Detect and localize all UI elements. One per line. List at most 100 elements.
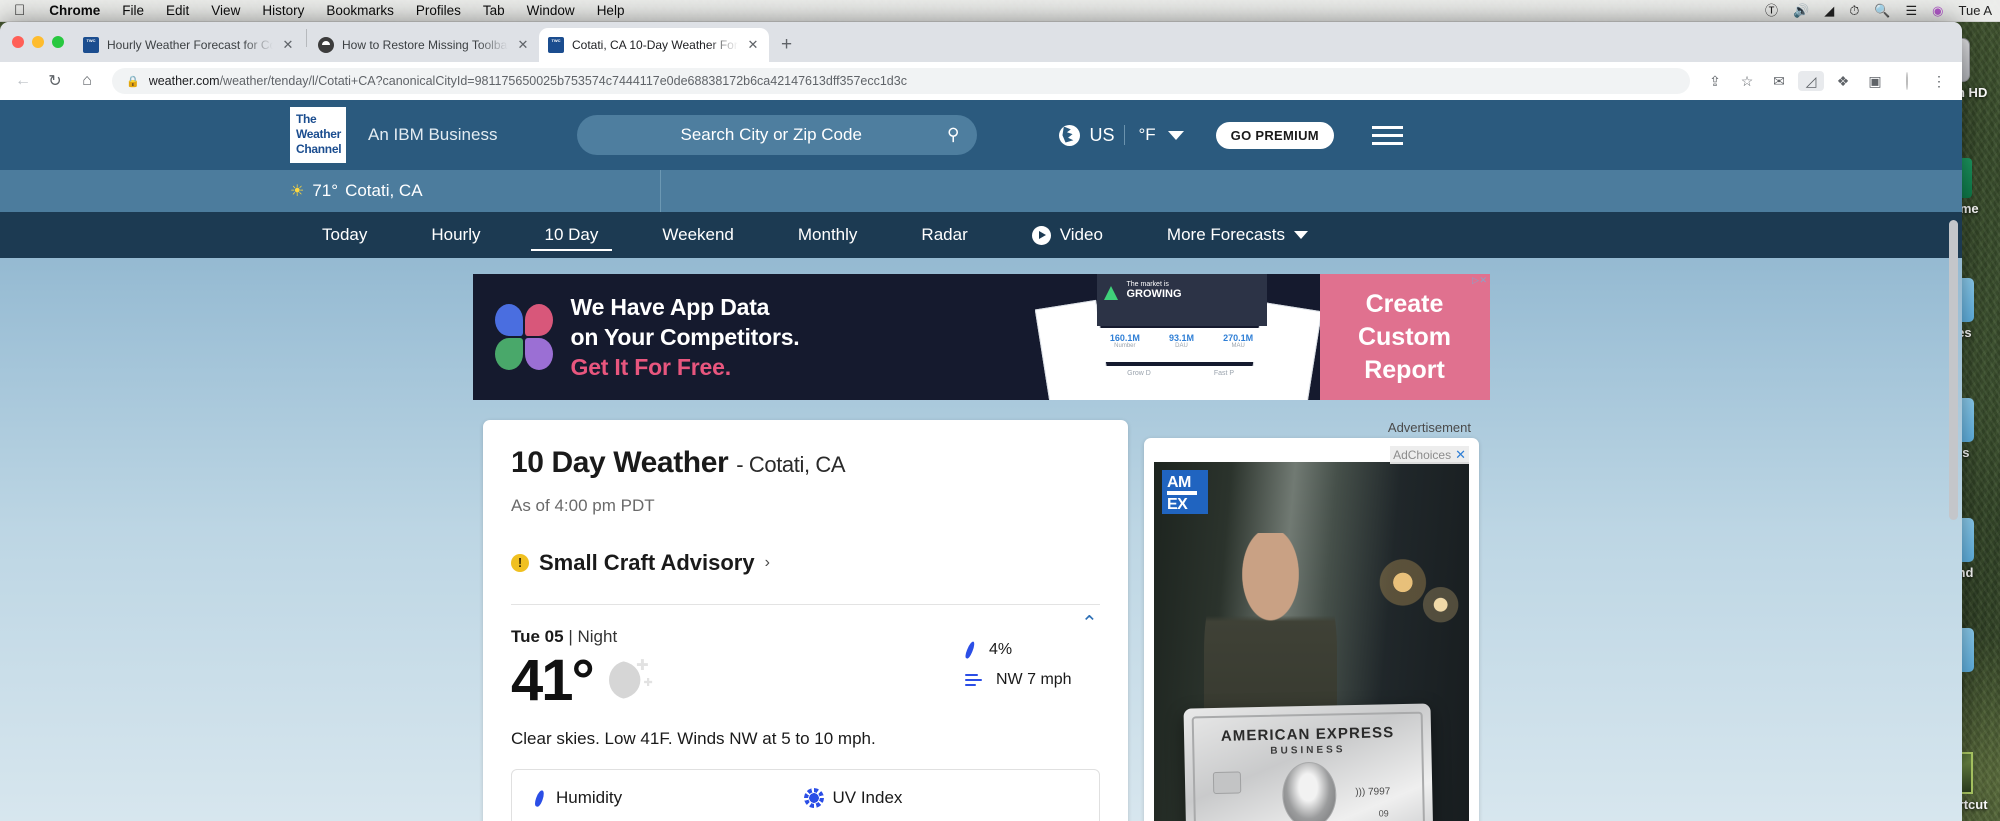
apple-menu-icon[interactable]: 	[0, 2, 38, 19]
chevron-right-icon: ›	[764, 554, 770, 571]
sidebar-ad-card[interactable]: AdChoices ✕ AM EX AMERICAN EXPRESS BUSIN…	[1144, 438, 1479, 821]
ad-line-3: Get It For Free.	[570, 354, 732, 380]
tab-separator	[306, 29, 307, 47]
page-scrollbar[interactable]	[1949, 220, 1958, 520]
ad-bottom-label-1: Grow D	[1127, 370, 1151, 377]
address-bar[interactable]: 🔒 weather.com/weather/tenday/l/Cotati+CA…	[112, 68, 1690, 94]
tab-10-day[interactable]: 10 Day	[513, 212, 631, 258]
profile-avatar[interactable]	[1894, 72, 1920, 90]
current-place: Cotati, CA	[345, 181, 423, 200]
globe-icon[interactable]	[1059, 124, 1081, 146]
browser-tab-3-active[interactable]: TWC Cotati, CA 10-Day Weather For ✕	[539, 28, 769, 62]
day-separator: |	[568, 627, 573, 646]
screen-record-icon[interactable]: Ⓣ	[1765, 4, 1778, 17]
close-tab-icon[interactable]: ✕	[281, 37, 295, 53]
tab-weekend[interactable]: Weekend	[630, 212, 766, 258]
region-selector[interactable]: US	[1089, 125, 1114, 146]
search-icon[interactable]: ⚲	[947, 125, 959, 145]
current-location-bar[interactable]: ☀ 71° Cotati, CA	[0, 170, 1962, 212]
header-controls: US °F GO PREMIUM	[1059, 121, 1403, 149]
gmail-extension-icon[interactable]: ✉	[1766, 73, 1792, 90]
control-center-icon[interactable]: ☰	[1906, 4, 1918, 17]
leaderboard-ad[interactable]: We Have App Data on Your Competitors. Ge…	[472, 274, 1490, 400]
menu-edit[interactable]: Edit	[155, 3, 200, 18]
browser-tab-1[interactable]: TWC Hourly Weather Forecast for Co ✕	[74, 28, 304, 62]
search-input[interactable]: Search City or Zip Code ⚲	[577, 115, 978, 155]
macos-menu-bar:  Chrome File Edit View History Bookmark…	[0, 0, 2000, 22]
uv-index-icon	[805, 790, 822, 806]
uv-index-label: UV Index	[832, 788, 903, 807]
up-arrow-icon	[1103, 286, 1118, 300]
browser-tab-2[interactable]: How to Restore Missing Toolba ✕	[309, 28, 539, 62]
ad-stat-1: 160.1M Number	[1109, 333, 1140, 349]
close-tab-icon[interactable]: ✕	[746, 37, 760, 53]
chevron-up-icon[interactable]: ⌄	[1081, 610, 1098, 632]
chrome-menu-icon[interactable]: ⋮	[1926, 73, 1952, 90]
adchoices-label: AdChoices	[1393, 448, 1452, 462]
menu-tab[interactable]: Tab	[472, 3, 516, 18]
menu-history[interactable]: History	[251, 3, 315, 18]
uv-index-detail: UV Index	[805, 788, 1078, 808]
tab-more-forecasts[interactable]: More Forecasts	[1135, 212, 1340, 258]
menu-file[interactable]: File	[111, 3, 155, 18]
siri-icon[interactable]: ◉	[1932, 4, 1943, 17]
ad-stat-3: 270.1M MAU	[1223, 333, 1254, 349]
ad-left-panel: We Have App Data on Your Competitors. Ge…	[473, 274, 1035, 400]
bookmark-star-icon[interactable]: ☆	[1734, 73, 1760, 90]
tab-monthly[interactable]: Monthly	[766, 212, 890, 258]
back-button[interactable]: ←	[10, 72, 36, 90]
minimize-window-button[interactable]	[32, 36, 44, 48]
maximize-window-button[interactable]	[52, 36, 64, 48]
menu-profiles[interactable]: Profiles	[405, 3, 472, 18]
menu-help[interactable]: Help	[586, 3, 636, 18]
amex-logo-top: AM	[1167, 474, 1197, 493]
weather-channel-favicon: TWC	[548, 37, 564, 53]
ad-cta-panel[interactable]: Create Custom Report	[1319, 274, 1490, 400]
weather-channel-logo[interactable]: The Weather Channel	[290, 107, 346, 163]
close-icon[interactable]: ✕	[1455, 447, 1466, 463]
menubar-tray: Ⓣ 🔊 ◢ ⏱ 🔍 ☰ ◉ Tue A	[1765, 4, 2000, 17]
menu-chrome[interactable]: Chrome	[38, 3, 111, 18]
precip-value: 4%	[989, 641, 1013, 658]
volume-icon[interactable]: 🔊	[1793, 4, 1809, 17]
menu-bookmarks[interactable]: Bookmarks	[315, 3, 405, 18]
forecast-day-row[interactable]: Tue 05 | Night 41° ✚ ✚ Clear skies. Low 4…	[511, 604, 1100, 769]
share-icon[interactable]: ⇪	[1702, 73, 1728, 90]
unit-selector[interactable]: °F	[1138, 125, 1155, 145]
adchoices-control[interactable]: AdChoices ✕	[1390, 446, 1469, 464]
extension-icon[interactable]: ◿	[1798, 71, 1824, 91]
sidepanel-icon[interactable]: ▣	[1862, 73, 1888, 90]
close-tab-icon[interactable]: ✕	[516, 37, 530, 53]
time-machine-icon[interactable]: ⏱	[1849, 4, 1859, 17]
menu-window[interactable]: Window	[516, 3, 586, 18]
forecast-title: 10 Day Weather	[511, 446, 729, 479]
chevron-down-icon[interactable]	[1167, 130, 1184, 140]
wifi-icon[interactable]: ◢	[1824, 4, 1834, 17]
home-button[interactable]: ⌂	[74, 72, 100, 90]
menu-view[interactable]: View	[200, 3, 251, 18]
day-stats: 4% NW 7 mph	[965, 641, 1100, 701]
hamburger-menu-icon[interactable]	[1371, 125, 1403, 145]
ad-line-1: We Have App Data	[570, 294, 770, 320]
go-premium-button[interactable]: GO PREMIUM	[1215, 121, 1334, 149]
close-window-button[interactable]	[12, 36, 24, 48]
warning-icon: !	[511, 554, 529, 572]
url-path: /weather/tenday/l/Cotati+CA?canonicalCit…	[219, 74, 907, 88]
forecast-card: 10 Day Weather - Cotati, CA As of 4:00 p…	[483, 420, 1128, 821]
spotlight-icon[interactable]: 🔍	[1874, 4, 1890, 17]
reload-button[interactable]: ↻	[42, 71, 68, 91]
tab-video[interactable]: Video	[1000, 212, 1135, 258]
tab-hourly[interactable]: Hourly	[399, 212, 512, 258]
menubar-clock[interactable]: Tue A	[1959, 4, 1992, 17]
tab-more-forecasts-label: More Forecasts	[1166, 225, 1286, 244]
extension-puzzle-icon[interactable]: ❖	[1830, 73, 1856, 90]
play-circle-icon	[1031, 225, 1051, 245]
precip-row: 4%	[965, 641, 1100, 659]
advisory-banner[interactable]: ! Small Craft Advisory ›	[511, 550, 1100, 576]
search-placeholder: Search City or Zip Code	[680, 125, 862, 144]
new-tab-button[interactable]: +	[769, 34, 804, 62]
page-content-columns: 10 Day Weather - Cotati, CA As of 4:00 p…	[0, 400, 1962, 821]
adchoices-icon[interactable]: ▷✕	[1472, 275, 1487, 286]
tab-today[interactable]: Today	[290, 212, 399, 258]
tab-radar[interactable]: Radar	[889, 212, 999, 258]
